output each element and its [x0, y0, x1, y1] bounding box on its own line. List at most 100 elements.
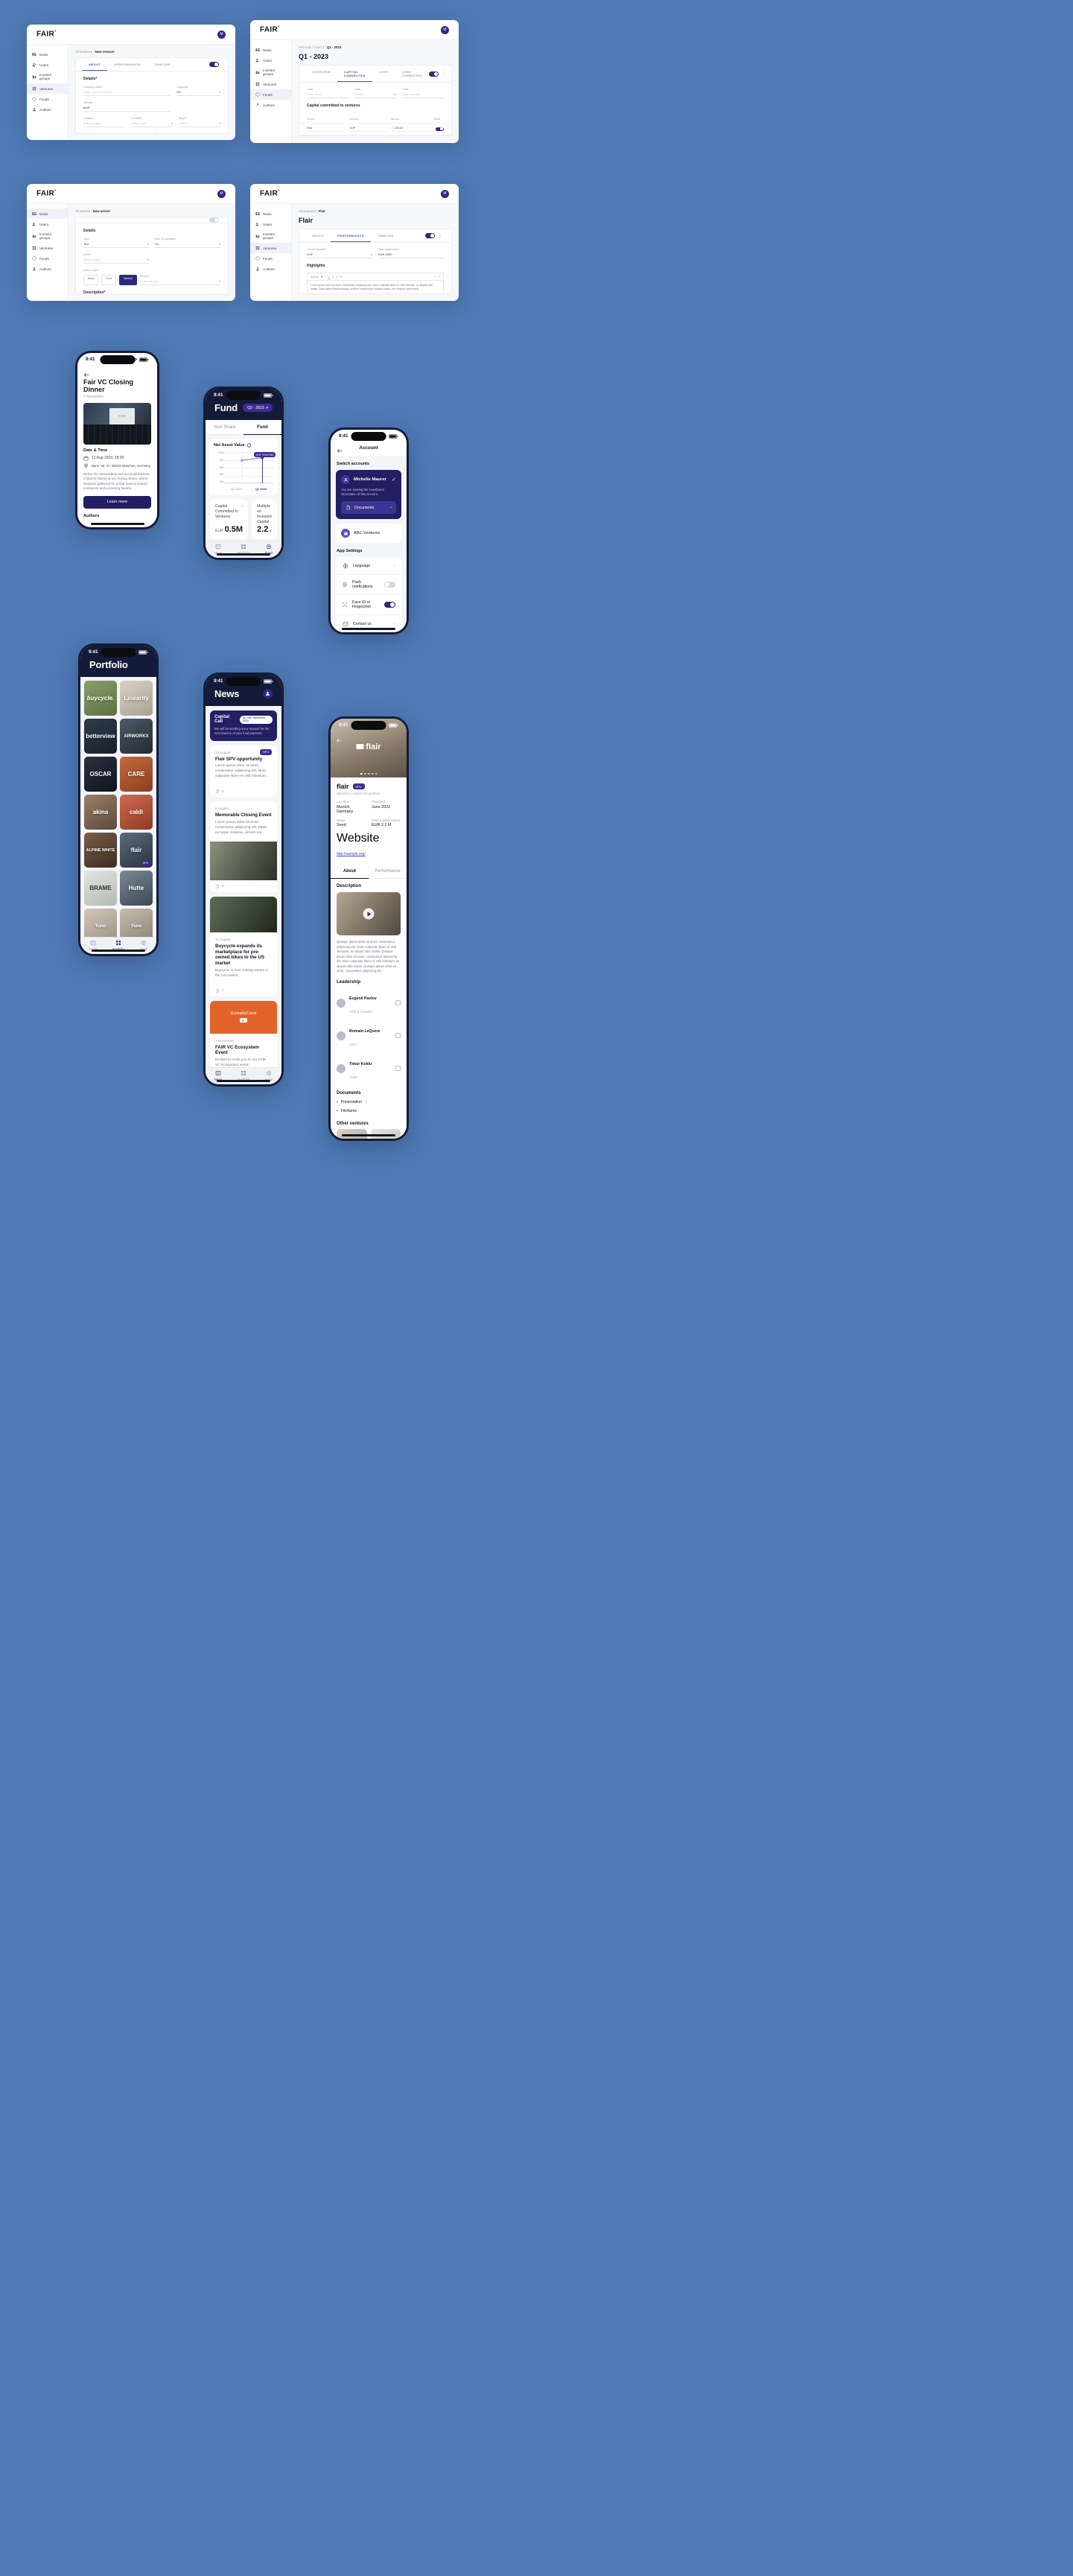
- like-row[interactable]: 7: [210, 985, 277, 996]
- news-item[interactable]: 12 August SPV Flair SPV opportunity Lore…: [210, 745, 277, 798]
- sidebar-item-authors[interactable]: Authors: [27, 264, 68, 274]
- avatar[interactable]: M: [441, 25, 449, 34]
- sidebar-item-users[interactable]: Users: [250, 219, 291, 229]
- website-link[interactable]: http://sample.org/: [337, 852, 366, 856]
- venture-select[interactable]: Venture Select venture ▾: [139, 275, 220, 285]
- sidebar-item-users[interactable]: Users: [27, 60, 68, 70]
- tab-timeline[interactable]: TIMELINE: [371, 229, 401, 242]
- back-button[interactable]: [83, 369, 90, 377]
- tab-performance[interactable]: Performance: [369, 864, 407, 879]
- portfolio-tile[interactable]: flair SPV: [120, 833, 153, 868]
- date-of-publication-field[interactable]: Date of publication On ▾: [155, 238, 220, 248]
- scope-chip-fund[interactable]: Fund: [101, 275, 117, 285]
- visibility-toggle[interactable]: [209, 62, 219, 67]
- sidebar-item-ventures[interactable]: Ventures: [250, 243, 291, 253]
- linkedin-icon[interactable]: [395, 1033, 401, 1038]
- sidebar-item-news[interactable]: News: [250, 45, 291, 55]
- sidebar-item-news[interactable]: News: [250, 209, 291, 219]
- sidebar-item-funds[interactable]: Funds: [250, 89, 291, 100]
- back-button[interactable]: [336, 734, 343, 742]
- sidebar-item-authors[interactable]: Authors: [250, 264, 291, 274]
- sidebar-item-funds[interactable]: Funds: [250, 253, 291, 264]
- sidebar-item-authors[interactable]: Authors: [27, 104, 68, 115]
- visibility-toggle[interactable]: [425, 233, 435, 238]
- linkedin-icon[interactable]: [395, 1066, 401, 1071]
- info-icon[interactable]: i: [246, 443, 252, 448]
- tab-overview[interactable]: OVERVIEW: [305, 66, 337, 82]
- total-capital-field[interactable]: Total capital raised Enter amount: [155, 133, 220, 134]
- like-row[interactable]: 2: [210, 785, 277, 797]
- tab-about[interactable]: ABOUT: [305, 229, 331, 242]
- avatar[interactable]: M: [217, 30, 226, 39]
- more-options-icon[interactable]: ⋮: [442, 71, 446, 76]
- tab-performance[interactable]: PERFORMANCE: [331, 229, 371, 242]
- portfolio-tile[interactable]: OSCAR: [84, 757, 117, 792]
- label-field-1[interactable]: Label Enter value: [307, 88, 348, 98]
- push-notifications-toggle[interactable]: [384, 582, 395, 588]
- tab-capital-connected[interactable]: CAPITAL CONNECTED: [337, 66, 372, 82]
- portfolio-tile[interactable]: buycycle.: [84, 681, 117, 716]
- tab-about[interactable]: ABOUT: [82, 58, 108, 71]
- label-field-3[interactable]: Label Enter amount: [402, 88, 444, 98]
- portfolio-tile[interactable]: ALPINE WHITE: [84, 833, 117, 868]
- documents-button[interactable]: Documents ›: [341, 501, 396, 515]
- website-field[interactable]: Website* flAIR: [83, 101, 171, 112]
- stage-field[interactable]: Stage* Select ▾: [179, 117, 220, 127]
- scope-chip-venture[interactable]: Venture: [119, 275, 137, 285]
- sidebar-item-users[interactable]: Users: [27, 219, 68, 229]
- settings-row-face-id[interactable]: Face ID or Fingerprint: [336, 595, 401, 616]
- description-video[interactable]: [337, 892, 401, 935]
- type-field[interactable]: Type Text ▾: [83, 238, 149, 248]
- sidebar-item-authors[interactable]: Authors: [250, 100, 291, 110]
- avatar[interactable]: M: [217, 189, 226, 198]
- learn-more-button[interactable]: Learn more: [83, 495, 151, 509]
- linkedin-icon[interactable]: [395, 1000, 401, 1005]
- tab-performance[interactable]: PERFORMANCE: [107, 58, 147, 71]
- document-link[interactable]: • Presentation ↗: [337, 1098, 401, 1107]
- settings-row-contact-us[interactable]: Contact us ›: [336, 615, 401, 632]
- leader-row[interactable]: Evgenii Pavlov CEO & Founder: [337, 987, 401, 1020]
- sidebar-item-investor-groups[interactable]: Investor groups: [250, 229, 291, 243]
- more-options-icon[interactable]: ⋮: [438, 234, 442, 238]
- portfolio-tile[interactable]: akina: [84, 795, 117, 830]
- tab-logs[interactable]: LOGS: [372, 66, 395, 82]
- table-row[interactable]: Flair CHF 1,100,00: [299, 123, 451, 135]
- sidebar-item-users[interactable]: Users: [250, 55, 291, 66]
- play-icon[interactable]: [363, 908, 375, 920]
- sidebar-item-investor-groups[interactable]: Investor groups: [27, 70, 68, 83]
- sidebar-item-funds[interactable]: Funds: [27, 253, 68, 264]
- author-field[interactable]: Author Select author ▾: [83, 253, 149, 264]
- sidebar-item-ventures[interactable]: Ventures: [27, 83, 68, 94]
- details-field[interactable]: Details* Enter details: [83, 133, 149, 134]
- avatar[interactable]: M: [441, 189, 449, 198]
- location-field[interactable]: Location* Enter location: [83, 117, 125, 127]
- sidebar-item-investor-groups[interactable]: Investor groups: [27, 229, 68, 243]
- founded-field[interactable]: Founded* Select date ▾: [131, 117, 173, 127]
- visibility-toggle[interactable]: [209, 217, 219, 223]
- portfolio-tile[interactable]: BRAME: [84, 871, 117, 906]
- scope-chip-news[interactable]: News: [83, 275, 99, 285]
- sidebar-item-funds[interactable]: Funds: [27, 94, 68, 104]
- portfolio-tile[interactable]: Linearity: [120, 681, 153, 716]
- news-item[interactable]: 8 August Memorable Closing Event Lorem i…: [210, 801, 277, 892]
- other-account-row[interactable]: ABC Ventures: [336, 524, 401, 544]
- settings-row-language[interactable]: Language ›: [336, 557, 401, 576]
- portfolio-tile[interactable]: CARE: [120, 757, 153, 792]
- leader-row[interactable]: Romain LeQuere CRO: [337, 1020, 401, 1052]
- table-row[interactable]: LinearityEUREnter amount: [299, 134, 451, 136]
- document-link[interactable]: • FileName: [337, 1107, 401, 1116]
- carousel-dots[interactable]: [360, 772, 378, 775]
- label-field-2[interactable]: Label Select ▾: [354, 88, 396, 98]
- tab-timeline[interactable]: TIMELINE: [147, 58, 177, 71]
- leader-row[interactable]: Timur Koklu CMO: [337, 1052, 401, 1085]
- portfolio-tile[interactable]: AIRWORKX: [120, 719, 153, 754]
- portfolio-tile[interactable]: caldi: [120, 795, 153, 830]
- like-row[interactable]: 5: [210, 880, 277, 892]
- tab-your-share[interactable]: Your Share: [206, 420, 243, 435]
- rich-text-toolbar[interactable]: Normal B I U S A ☰ ❝ ↶: [307, 273, 444, 281]
- total-raised-field[interactable]: Total capital raised EUR 4000: [378, 248, 444, 258]
- metric-card[interactable]: Capital Committed to Ventures › EUR 0.5M: [210, 499, 249, 540]
- tab-logs-committed[interactable]: LOGS COMMITTED: [395, 66, 430, 82]
- sidebar-item-ventures[interactable]: Ventures: [250, 79, 291, 89]
- row-visibility-toggle[interactable]: [436, 127, 445, 131]
